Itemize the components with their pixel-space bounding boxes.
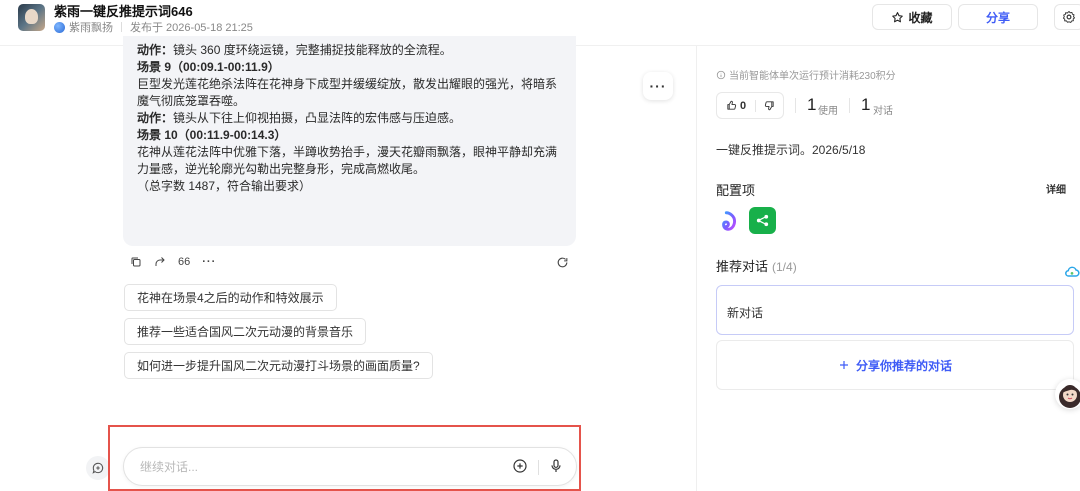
model-logo-icon (721, 210, 736, 231)
dislike-button[interactable] (756, 100, 775, 111)
more-actions-button[interactable]: ··· (202, 256, 216, 268)
star-icon (892, 11, 904, 22)
suggestion-chip[interactable]: 推荐一些适合国风二次元动漫的背景音乐 (124, 318, 367, 345)
plus-icon (839, 361, 848, 369)
author-avatar-icon (54, 21, 65, 33)
message-cut-line: 动作：镜头 360 度环绕运镜，完整捕捉技能释放的全流程。 (137, 43, 452, 57)
chats-count: 1 (861, 95, 871, 114)
settings-button[interactable] (1054, 4, 1080, 30)
recommend-count: (1/4) (772, 260, 797, 274)
meta-divider (121, 22, 122, 32)
uses-label: 使用 (818, 106, 838, 117)
chat-input-container (123, 447, 577, 486)
suggestion-chip[interactable]: 如何进一步提升国风二次元动漫打斗场景的画面质量? (124, 352, 433, 379)
publish-date: 发布于 2026-05-18 21:25 (130, 22, 253, 34)
message-more-button[interactable]: ··· (643, 72, 673, 100)
cloud-icon (1065, 266, 1080, 277)
refresh-icon (557, 257, 568, 268)
quote-count: 66 (178, 256, 191, 268)
avatar-girl-icon (1059, 385, 1080, 408)
share-arrow-icon (155, 257, 165, 266)
share-label: 分享 (985, 10, 1010, 25)
workflow-plugin-icon[interactable] (749, 207, 776, 234)
attach-button[interactable] (512, 458, 528, 479)
recommend-title: 推荐对话 (1/4) (716, 259, 797, 274)
agent-description: 一键反推提示词。2026/5/18 (716, 143, 866, 157)
scene-10-body: 花神从莲花法阵中优雅下落，半蹲收势抬手，漫天花瓣雨飘落，眼神平静却充满力量感，逆… (137, 145, 558, 176)
share-button[interactable]: 分享 (958, 4, 1038, 30)
quote-count-button[interactable]: 66 (178, 256, 190, 268)
chat-plus-icon (92, 462, 104, 474)
copy-icon (131, 257, 141, 267)
new-chat-card[interactable]: 新对话 (716, 285, 1074, 335)
regenerate-button[interactable] (556, 256, 569, 274)
microphone-icon (551, 459, 561, 472)
info-icon (716, 70, 726, 79)
gear-icon (1062, 10, 1076, 23)
agent-title: 紫雨一键反推提示词646 (54, 4, 193, 19)
like-count: 0 (740, 99, 747, 112)
forward-button[interactable] (154, 256, 166, 268)
new-topic-button[interactable] (86, 456, 110, 480)
scene-9-action: 动作：镜头从下往上仰视拍摄，凸显法阵的宏伟感与压迫感。 (137, 111, 462, 125)
panel-divider (696, 46, 697, 491)
author-name[interactable]: 紫雨飘扬 (69, 19, 113, 35)
agent-meta: 紫雨飘扬 发布于 2026-05-18 21:25 (54, 19, 253, 35)
suggestion-chip[interactable]: 花神在场景4之后的动作和特效展示 (124, 284, 337, 311)
vote-group: 0 (716, 92, 784, 119)
model-plugin-icon[interactable] (716, 207, 743, 234)
assistant-message: 动作：镜头 360 度环绕运镜，完整捕捉技能释放的全流程。 场景 9（00:09… (123, 36, 576, 246)
input-divider (538, 460, 539, 475)
config-title: 配置项 (716, 183, 756, 198)
like-button[interactable]: 0 (717, 100, 755, 112)
message-footer-note: （总字数 1487，符合输出要求） (137, 179, 312, 193)
stat-divider (849, 98, 850, 113)
share-recommend-button[interactable]: 分享你推荐的对话 (716, 340, 1074, 390)
scene-10-title: 场景 10（00:11.9-00:14.3） (137, 128, 287, 142)
copy-button[interactable] (130, 256, 142, 268)
chats-label: 对话 (873, 106, 893, 117)
cloud-float-icon[interactable] (1064, 264, 1080, 280)
stat-divider (795, 98, 796, 113)
collect-label: 收藏 (908, 10, 933, 25)
thumbs-down-icon (764, 101, 774, 111)
thumbs-up-icon (727, 100, 737, 110)
voice-button[interactable] (548, 457, 564, 480)
assistant-avatar-float[interactable] (1055, 379, 1080, 409)
plus-circle-icon (513, 459, 527, 473)
message-actions: 66 ··· (130, 256, 216, 268)
workflow-icon (756, 214, 769, 227)
agent-avatar[interactable] (18, 4, 45, 31)
uses-count: 1 (807, 95, 817, 114)
chat-input[interactable] (140, 457, 470, 477)
collect-button[interactable]: 收藏 (872, 4, 952, 30)
scene-9-body: 巨型发光莲花绝杀法阵在花神身下成型并缓缓绽放，散发出耀眼的强光，将暗系魔气彻底笼… (137, 77, 558, 108)
cost-note: 当前智能体单次运行预计消耗230积分 (716, 67, 896, 82)
scene-9-title: 场景 9（00:09.1-00:11.9） (137, 60, 280, 74)
config-detail-link[interactable]: 详细 (1046, 181, 1066, 196)
